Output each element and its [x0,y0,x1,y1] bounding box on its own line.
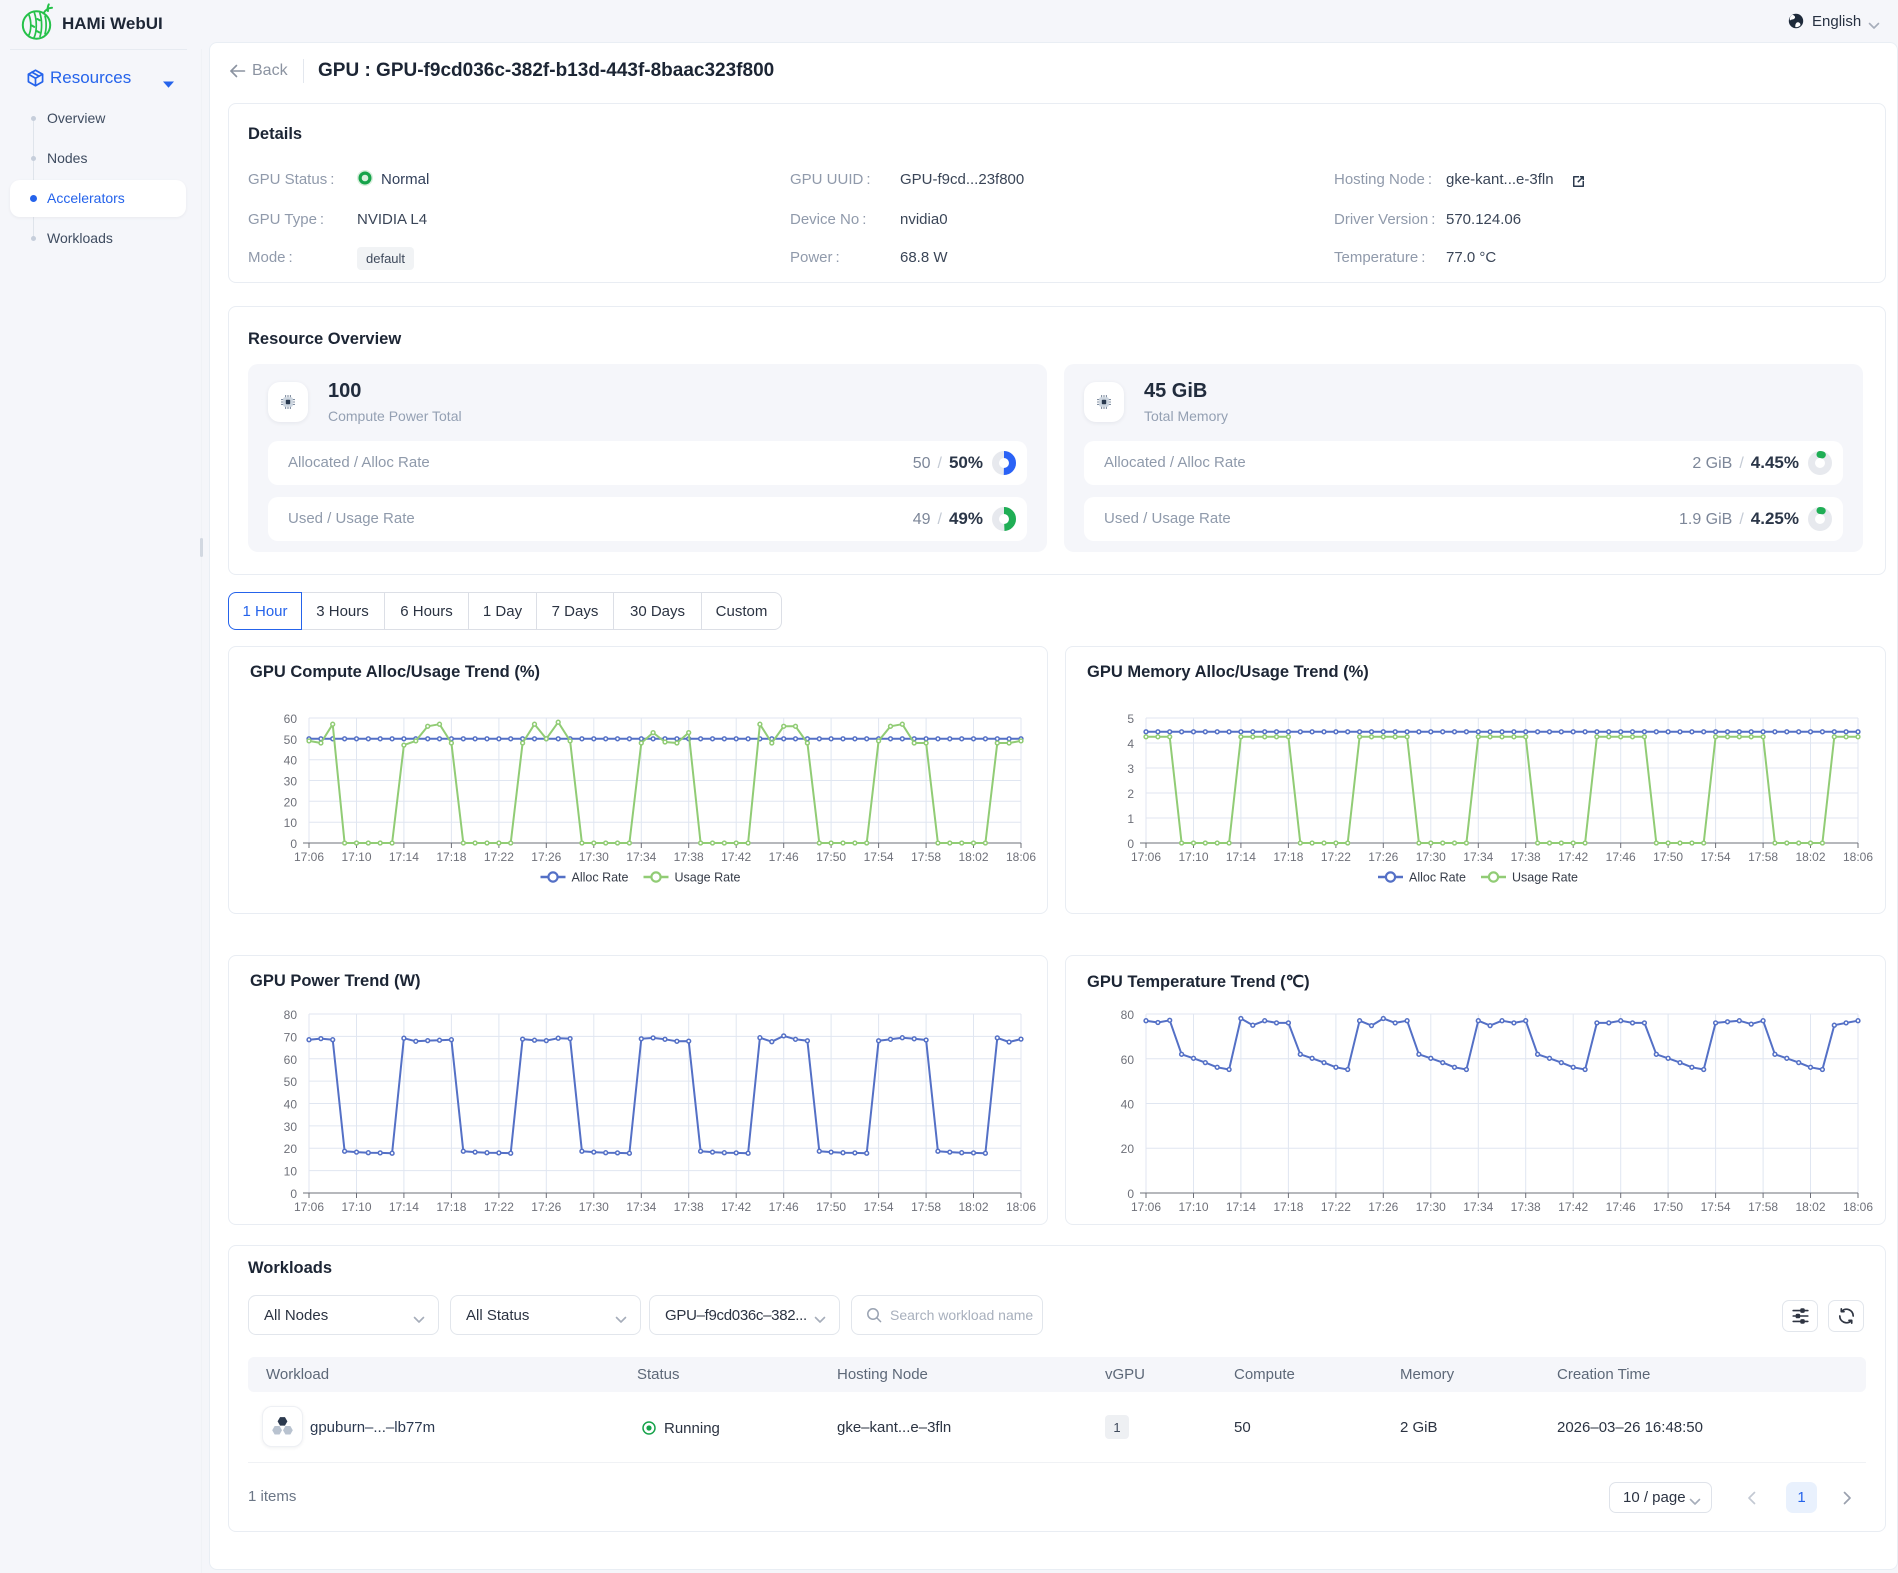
svg-text:60: 60 [284,1053,298,1067]
svg-text:0: 0 [1127,1187,1134,1201]
svg-text:17:18: 17:18 [436,850,466,864]
svg-text:80: 80 [284,1008,298,1022]
svg-text:17:38: 17:38 [1511,1200,1541,1214]
svg-text:17:14: 17:14 [389,1200,419,1214]
svg-text:17:14: 17:14 [1226,850,1256,864]
svg-text:17:14: 17:14 [389,850,419,864]
svg-text:18:02: 18:02 [958,850,988,864]
svg-text:50: 50 [284,1075,298,1089]
svg-text:50: 50 [284,733,298,747]
svg-text:17:34: 17:34 [1463,1200,1493,1214]
svg-text:20: 20 [284,795,298,809]
svg-text:17:50: 17:50 [816,850,846,864]
svg-text:17:06: 17:06 [1131,850,1161,864]
svg-text:Usage Rate: Usage Rate [1512,871,1578,885]
svg-text:18:02: 18:02 [1795,1200,1825,1214]
svg-text:60: 60 [1121,1053,1135,1067]
svg-text:10: 10 [284,1165,298,1179]
svg-text:17:50: 17:50 [1653,1200,1683,1214]
svg-text:17:50: 17:50 [816,1200,846,1214]
svg-text:17:46: 17:46 [769,1200,799,1214]
svg-text:4: 4 [1127,737,1134,751]
svg-text:60: 60 [284,712,298,726]
svg-text:17:38: 17:38 [674,850,704,864]
svg-text:17:38: 17:38 [674,1200,704,1214]
svg-text:17:42: 17:42 [721,850,751,864]
svg-text:17:38: 17:38 [1511,850,1541,864]
svg-text:17:46: 17:46 [1606,850,1636,864]
svg-text:18:06: 18:06 [1843,850,1873,864]
svg-text:40: 40 [1121,1098,1135,1112]
svg-text:30: 30 [284,1120,298,1134]
svg-text:17:18: 17:18 [1273,850,1303,864]
svg-text:17:58: 17:58 [1748,1200,1778,1214]
svg-text:17:10: 17:10 [1178,850,1208,864]
svg-text:18:02: 18:02 [958,1200,988,1214]
svg-text:2: 2 [1127,787,1134,801]
svg-text:0: 0 [290,1187,297,1201]
svg-text:17:30: 17:30 [579,1200,609,1214]
svg-text:0: 0 [1127,837,1134,851]
svg-text:17:06: 17:06 [294,850,324,864]
svg-text:Alloc Rate: Alloc Rate [1409,871,1466,885]
svg-text:18:06: 18:06 [1843,1200,1873,1214]
svg-text:17:26: 17:26 [531,1200,561,1214]
svg-text:30: 30 [284,775,298,789]
svg-text:17:30: 17:30 [579,850,609,864]
svg-text:20: 20 [1121,1142,1135,1156]
svg-text:18:06: 18:06 [1006,850,1036,864]
svg-text:17:06: 17:06 [1131,1200,1161,1214]
svg-text:3: 3 [1127,762,1134,776]
svg-text:17:50: 17:50 [1653,850,1683,864]
svg-text:5: 5 [1127,712,1134,726]
svg-text:1: 1 [1127,812,1134,826]
svg-text:17:30: 17:30 [1416,850,1446,864]
svg-text:40: 40 [284,1098,298,1112]
svg-text:17:10: 17:10 [341,1200,371,1214]
svg-text:17:06: 17:06 [294,1200,324,1214]
svg-text:17:18: 17:18 [436,1200,466,1214]
svg-text:17:18: 17:18 [1273,1200,1303,1214]
svg-text:17:26: 17:26 [531,850,561,864]
svg-text:17:22: 17:22 [1321,1200,1351,1214]
svg-text:17:54: 17:54 [864,1200,894,1214]
svg-text:17:26: 17:26 [1368,1200,1398,1214]
svg-text:17:34: 17:34 [1463,850,1493,864]
svg-text:20: 20 [284,1142,298,1156]
svg-text:18:02: 18:02 [1795,850,1825,864]
svg-text:17:54: 17:54 [864,850,894,864]
svg-text:17:22: 17:22 [484,1200,514,1214]
svg-text:17:34: 17:34 [626,850,656,864]
svg-text:17:46: 17:46 [1606,1200,1636,1214]
svg-text:17:22: 17:22 [1321,850,1351,864]
svg-text:80: 80 [1121,1008,1135,1022]
svg-text:17:30: 17:30 [1416,1200,1446,1214]
svg-text:70: 70 [284,1030,298,1044]
svg-text:17:34: 17:34 [626,1200,656,1214]
svg-text:0: 0 [290,837,297,851]
svg-text:Usage Rate: Usage Rate [675,871,741,885]
svg-text:18:06: 18:06 [1006,1200,1036,1214]
svg-text:17:46: 17:46 [769,850,799,864]
svg-text:17:58: 17:58 [1748,850,1778,864]
svg-text:17:26: 17:26 [1368,850,1398,864]
svg-text:17:10: 17:10 [341,850,371,864]
svg-text:10: 10 [284,816,298,830]
svg-text:17:42: 17:42 [721,1200,751,1214]
svg-text:17:58: 17:58 [911,1200,941,1214]
svg-text:40: 40 [284,754,298,768]
svg-text:17:54: 17:54 [1701,1200,1731,1214]
svg-text:17:54: 17:54 [1701,850,1731,864]
svg-text:Alloc Rate: Alloc Rate [572,871,629,885]
svg-text:17:58: 17:58 [911,850,941,864]
svg-text:17:10: 17:10 [1178,1200,1208,1214]
svg-text:17:42: 17:42 [1558,1200,1588,1214]
svg-text:17:22: 17:22 [484,850,514,864]
svg-text:17:14: 17:14 [1226,1200,1256,1214]
svg-text:17:42: 17:42 [1558,850,1588,864]
